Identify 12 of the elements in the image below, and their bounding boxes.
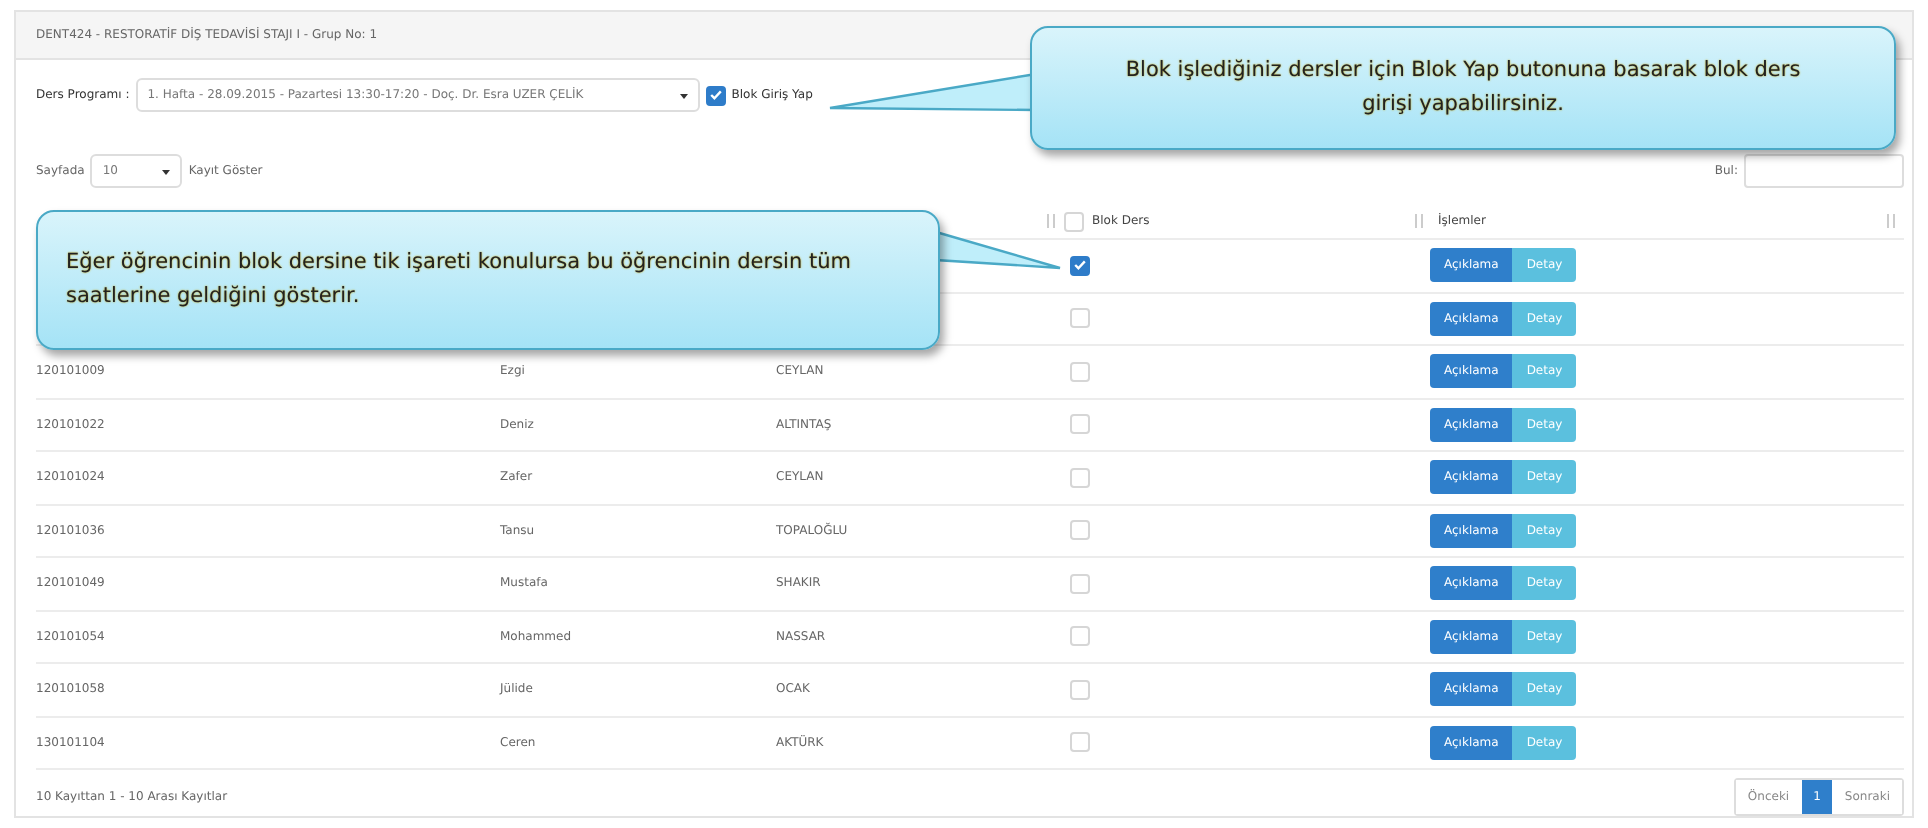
- callout-text: Blok işlediğiniz dersler için Blok Yap butonuna basarak blok ders girişi yapabilirsiniz.: [1123, 56, 1803, 120]
- callout-text: Eğer öğrencinin blok dersine tik işareti konulursa bu öğrencinin dersin tüm saatlerine geldiğini gösterir.: [66, 248, 853, 312]
- search-field[interactable]: [1744, 154, 1904, 188]
- sort-icon[interactable]: [1046, 214, 1056, 228]
- checkbox[interactable]: [705, 85, 726, 105]
- caret-icon: [162, 167, 171, 175]
- check-icon: [709, 90, 722, 100]
- caret-icon: [679, 91, 688, 99]
- check-icon: [1074, 260, 1086, 271]
- sort-icon[interactable]: [1414, 214, 1424, 228]
- sort-icon[interactable]: [1886, 214, 1896, 228]
- checkbox[interactable]: [1070, 255, 1090, 276]
